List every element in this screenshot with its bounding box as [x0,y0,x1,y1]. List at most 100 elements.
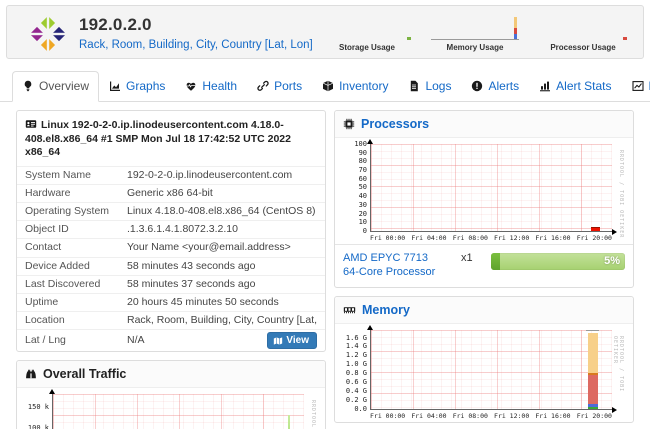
tab-health[interactable]: Health [175,71,247,102]
centos-logo [31,17,65,51]
device-header-panel: 192.0.2.0 Rack, Room, Building, City, Co… [6,5,644,59]
view-map-button[interactable]: View [267,332,317,349]
memory-usage-sparkline [429,12,521,42]
traffic-y-axis: 150 k100 k50 k0 [25,404,49,429]
table-row: Operating SystemLinux 4.18.0-408.el8.x86… [17,202,325,220]
memory-spike-buffers [514,34,517,39]
lightbulb-icon [22,80,34,92]
cube-icon [322,80,334,92]
cpu-usage-bar [591,227,600,231]
memory-spike-used [514,28,517,34]
table-row: LocationRack, Room, Building, City, Coun… [17,311,325,329]
table-row: Uptime20 hours 45 minutes 50 seconds [17,293,325,311]
overview-content: Linux 192-0-2-0.ip.linodeusercontent.com… [16,110,634,429]
table-row: ContactYour Name <your@email.address> [17,238,325,256]
table-row: System Name192-0-2-0.ip.linodeuserconten… [17,166,325,184]
processors-header: Processors [335,111,633,138]
device-title: 192.0.2.0 [79,15,313,35]
left-column: Linux 192-0-2-0.ip.linodeusercontent.com… [16,110,326,429]
storage-usage-sparkline [321,12,413,42]
table-row-latlng: Lat / Lng N/A View [17,329,325,351]
memory-spike-cached [514,17,517,28]
system-title: Linux 192-0-2-0.ip.linodeusercontent.com… [25,119,291,158]
system-info-table: System Name192-0-2-0.ip.linodeuserconten… [17,166,325,351]
system-info-header: Linux 192-0-2-0.ip.linodeusercontent.com… [17,111,325,166]
memory-x-axis: Fri 00:00Fri 04:00Fri 08:00Fri 12:00Fri … [370,410,612,420]
overall-traffic-header: Overall Traffic [17,361,325,388]
latlng-value: N/A [127,334,145,347]
processors-panel: Processors 1009080706050403020100 RRDTOO… [334,110,634,288]
device-location-link[interactable]: Rack, Room, Building, City, Country [Lat… [79,39,313,51]
area-chart-icon [109,80,121,92]
processors-plot [370,144,612,232]
memory-total-line [586,330,599,331]
processors-y-axis: 1009080706050403020100 [343,141,367,235]
memory-buffers-segment [588,404,598,407]
device-identity: 192.0.2.0 Rack, Room, Building, City, Co… [79,15,313,53]
tab-alerts[interactable]: Alerts [461,71,529,102]
memory-plot [370,330,612,410]
memory-title: Memory [362,303,410,317]
table-row: Last Discovered58 minutes 37 seconds ago [17,275,325,293]
server-id-icon [25,118,37,130]
processor-usage-label: Processor Usage [537,43,629,52]
device-page: 192.0.2.0 Rack, Room, Building, City, Co… [0,0,650,429]
memory-header: Memory [335,297,633,324]
binoculars-icon [25,368,37,380]
processor-usage-sparkline [537,12,629,42]
tab-overview[interactable]: Overview [12,71,99,102]
tab-latency[interactable]: Latency [622,71,650,102]
cpu-count: x1 [461,251,491,264]
table-row: Object ID.1.3.6.1.4.1.8072.3.2.10 [17,220,325,238]
device-tabbar: Overview Graphs Health Ports Inventory L… [0,66,650,102]
cpu-usage-percent: 5% [604,255,620,267]
right-column: Processors 1009080706050403020100 RRDTOO… [334,110,634,429]
rrdtool-watermark: RRDTOOL / TOBI OETIKER [310,400,316,429]
cpu-name-link[interactable]: AMD EPYC 7713 64-Core Processor [343,251,461,280]
rrdtool-watermark: RRDTOOL / TOBI OETIKER [612,336,624,420]
storage-usage-mark [407,37,411,40]
processors-x-axis: Fri 00:00Fri 04:00Fri 08:00Fri 12:00Fri … [370,232,612,242]
exclamation-circle-icon [471,80,483,92]
rrdtool-watermark: RRDTOOL / TOBI OETIKER [618,150,624,238]
device-tabs: Overview Graphs Health Ports Inventory L… [12,71,650,101]
overall-traffic-graph[interactable]: 150 k100 k50 k0 RRDTOOL / TOBI OETIKER [25,394,317,429]
bar-chart-icon [539,80,551,92]
tab-inventory[interactable]: Inventory [312,71,398,102]
memory-free-segment [588,407,598,409]
system-info-panel: Linux 192-0-2-0.ip.linodeusercontent.com… [16,110,326,352]
storage-usage-label: Storage Usage [321,43,413,52]
processors-graph[interactable]: 1009080706050403020100 RRDTOOL / TOBI OE… [343,144,625,242]
line-chart-icon [632,80,644,92]
cpu-usage-progressbar: 5% [491,253,625,270]
tab-logs[interactable]: Logs [398,71,461,102]
memory-icon [343,304,356,316]
heartbeat-icon [185,80,197,92]
overall-traffic-panel: Overall Traffic 150 k100 k50 k0 RRDTOOL … [16,360,326,429]
memory-cached-segment [588,333,598,373]
traffic-in-peak-line [288,415,290,429]
processor-usage-minigraph[interactable]: Processor Usage [537,12,629,52]
cpu-usage-fill [491,253,500,270]
memory-panel: Memory 1.6 G1.4 G1.2 G1.0 G0.8 G0.6 G0.4… [334,296,634,423]
memory-used-line [588,373,598,375]
table-row: Device Added58 minutes 43 seconds ago [17,257,325,275]
table-row: HardwareGeneric x86 64-bit [17,184,325,202]
tab-ports[interactable]: Ports [247,71,312,102]
tab-alert-stats[interactable]: Alert Stats [529,71,621,102]
map-icon [273,336,283,346]
link-icon [257,80,269,92]
memory-usage-minigraph[interactable]: Memory Usage [429,12,521,52]
cpu-icon [343,118,355,130]
traffic-plot [52,394,304,429]
memory-usage-label: Memory Usage [429,43,521,52]
processor-list-item: AMD EPYC 7713 64-Core Processor x1 5% [335,244,633,287]
file-text-icon [408,80,420,92]
memory-graph[interactable]: 1.6 G1.4 G1.2 G1.0 G0.8 G0.6 G0.4 G0.2 G… [343,330,625,420]
memory-used-segment [588,375,598,404]
overall-traffic-title: Overall Traffic [43,367,126,381]
tab-graphs[interactable]: Graphs [99,71,175,102]
storage-usage-minigraph[interactable]: Storage Usage [321,12,413,52]
memory-y-axis: 1.6 G1.4 G1.2 G1.0 G0.8 G0.6 G0.4 G0.2 G… [343,335,367,413]
processor-usage-mark [623,37,627,40]
